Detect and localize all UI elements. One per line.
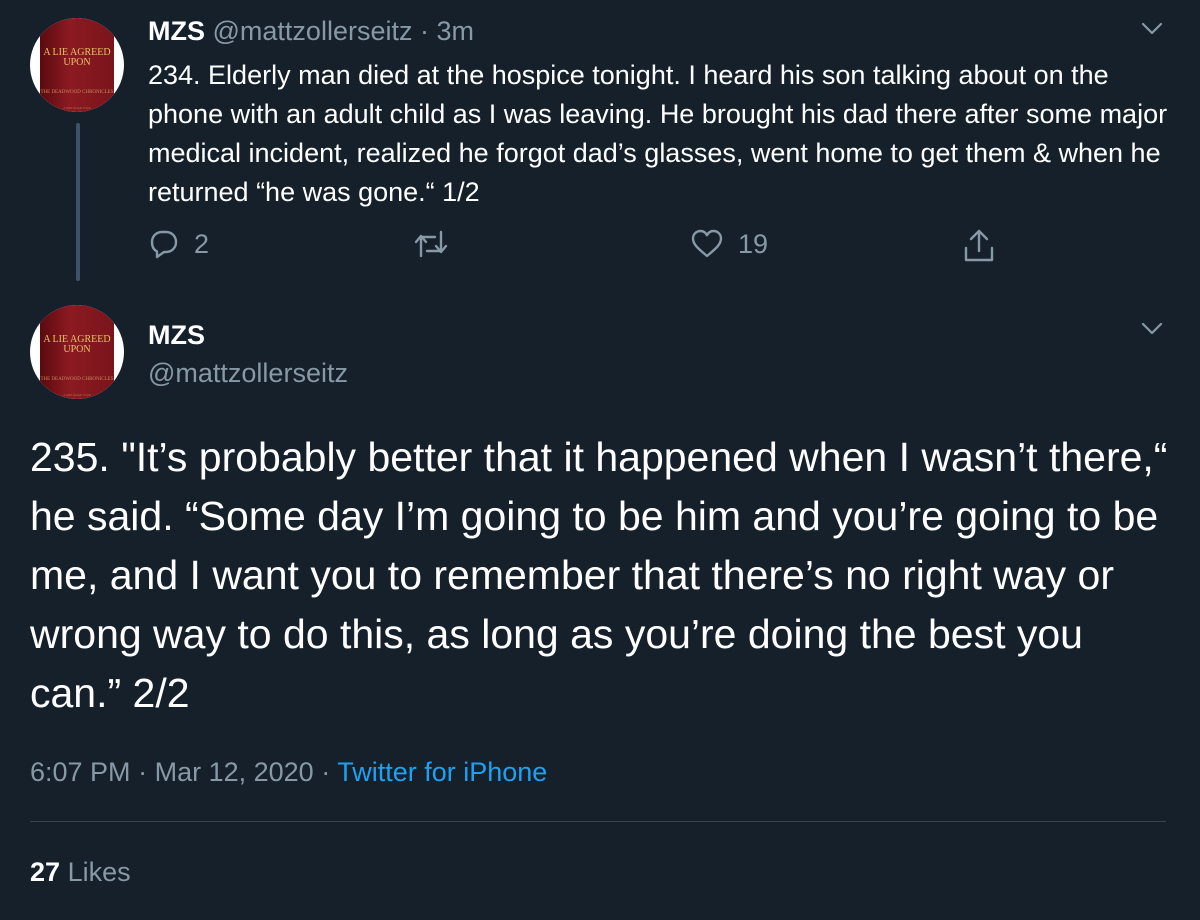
book-footer: A DIRT ROAD TOUR — [63, 106, 91, 110]
tweet-time[interactable]: 3m — [437, 16, 475, 46]
like-button[interactable]: 19 — [690, 228, 768, 260]
book-footer: A DIRT ROAD TOUR — [63, 393, 91, 397]
book-title: A LIE AGREED UPON — [43, 334, 111, 355]
display-name[interactable]: MZS — [148, 318, 205, 352]
share-icon — [964, 229, 994, 262]
retweet-icon — [414, 230, 448, 258]
like-icon — [691, 229, 723, 258]
tweet-source-link[interactable]: Twitter for iPhone — [337, 757, 547, 787]
thread-connector-line — [76, 123, 80, 281]
separator-dot: · — [321, 757, 331, 787]
separator-dot: · — [138, 757, 148, 787]
reply-button[interactable]: 2 — [148, 228, 209, 260]
divider — [30, 821, 1166, 822]
avatar[interactable]: A LIE AGREED UPON THE DEADWOOD CHRONICLE… — [30, 18, 124, 112]
user-handle[interactable]: @mattzollerseitz — [213, 16, 413, 46]
tweet-metadata: 6:07 PM · Mar 12, 2020 · Twitter for iPh… — [30, 755, 547, 789]
retweet-button[interactable] — [413, 228, 449, 260]
book-subtitle: THE DEADWOOD CHRONICLES — [40, 377, 114, 382]
tweet-header: MZS @mattzollerseitz · 3m — [148, 14, 474, 48]
likes-label: Likes — [67, 857, 131, 887]
like-count: 19 — [738, 229, 769, 259]
book-title: A LIE AGREED UPON — [43, 47, 111, 68]
book-subtitle: THE DEADWOOD CHRONICLES — [40, 90, 114, 95]
tweet-time[interactable]: 6:07 PM — [30, 757, 131, 787]
reply-icon — [150, 230, 178, 259]
chevron-down-icon[interactable] — [1141, 22, 1163, 36]
tweet-text: 234. Elderly man died at the hospice ton… — [148, 60, 1168, 207]
share-button[interactable] — [962, 228, 996, 264]
separator-dot: · — [420, 16, 429, 46]
likes-count: 27 — [30, 857, 61, 887]
book-cover-image: A LIE AGREED UPON THE DEADWOOD CHRONICLE… — [40, 305, 114, 399]
chevron-down-icon[interactable] — [1141, 322, 1163, 336]
avatar[interactable]: A LIE AGREED UPON THE DEADWOOD CHRONICLE… — [30, 305, 124, 399]
tweet-date[interactable]: Mar 12, 2020 — [155, 757, 314, 787]
tweet-text: 235. "It’s probably better that it happe… — [30, 434, 1168, 716]
user-handle[interactable]: @mattzollerseitz — [148, 356, 348, 390]
likes-summary[interactable]: 27 Likes — [30, 855, 131, 889]
reply-count: 2 — [194, 229, 210, 259]
book-cover-image: A LIE AGREED UPON THE DEADWOOD CHRONICLE… — [40, 18, 114, 112]
display-name[interactable]: MZS — [148, 16, 205, 46]
